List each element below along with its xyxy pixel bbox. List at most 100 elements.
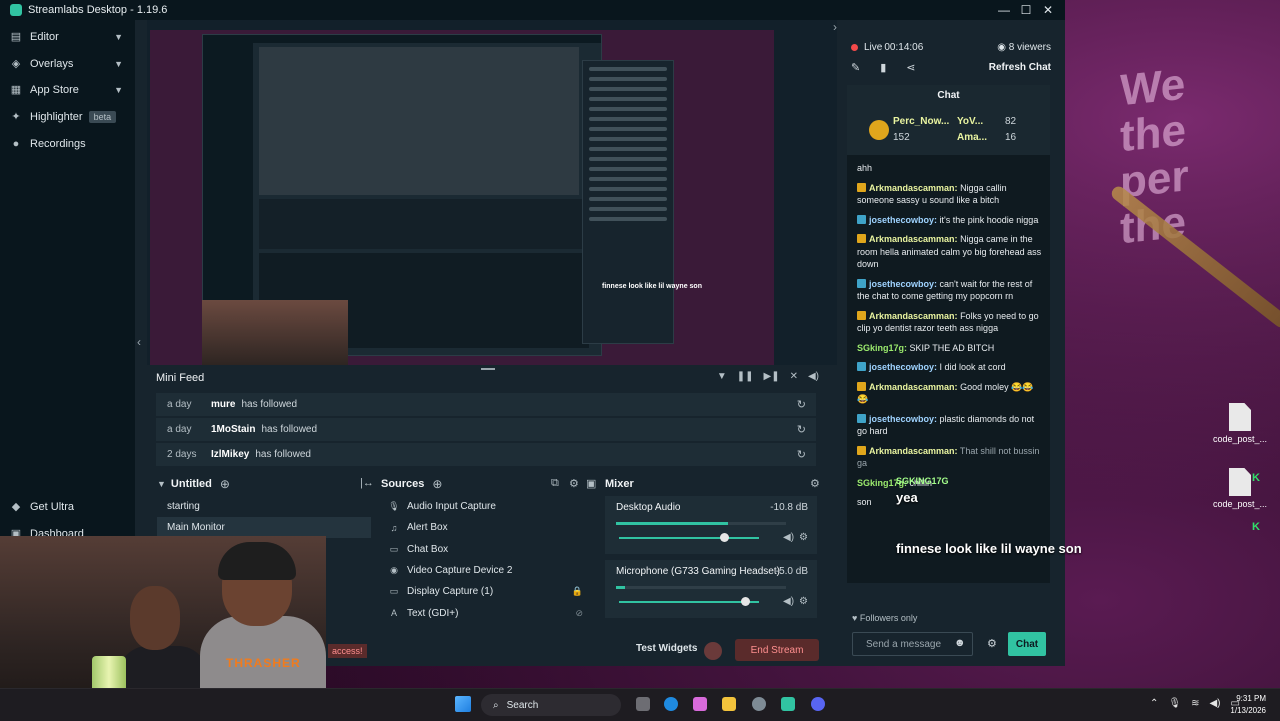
channel-db: -10.8 dB xyxy=(770,502,808,513)
chat-user[interactable]: Arkmandascamman: xyxy=(869,183,958,193)
add-source-icon[interactable]: ⊕ xyxy=(432,477,442,491)
chat-user[interactable]: Arkmandascamman: xyxy=(869,382,958,392)
close-button[interactable]: ✕ xyxy=(1037,0,1059,20)
source-item[interactable]: ▭ Chat Box xyxy=(381,539,591,560)
chat-user[interactable]: josethecowboy: xyxy=(869,215,937,225)
stream-preview[interactable]: finnese look like lil wayne son ‹ › xyxy=(137,20,837,370)
source-item[interactable]: ▭ Display Capture (1) 🔒 xyxy=(381,581,591,602)
desktop-file[interactable]: code_post_... xyxy=(1205,468,1275,509)
chat-send-button[interactable]: Chat xyxy=(1008,632,1046,656)
copilot-icon[interactable] xyxy=(693,697,707,711)
crown-icon xyxy=(857,234,866,243)
source-item[interactable]: A Text (GDI+) ⊘ xyxy=(381,602,591,623)
share-icon[interactable]: ⋖ xyxy=(906,61,915,74)
layout-icon[interactable]: ▣ xyxy=(586,477,596,490)
sidebar-item-editor[interactable]: ▤ Editor ▼ xyxy=(0,24,135,51)
volume-icon[interactable]: ◀) xyxy=(1209,698,1220,709)
chat-user[interactable]: Arkmandascamman: xyxy=(869,446,958,456)
scene-collection-title[interactable]: Untitled xyxy=(171,478,212,490)
skip-icon[interactable]: ▶❚ xyxy=(764,371,780,382)
chat-user[interactable]: SGking17g: xyxy=(857,343,907,353)
volume-slider[interactable] xyxy=(619,533,759,542)
volume-slider[interactable] xyxy=(619,597,759,606)
emote-icon[interactable]: ☻ xyxy=(954,637,966,649)
edit-icon[interactable]: ✎ xyxy=(851,61,860,74)
channel-settings-icon[interactable]: ⚙ xyxy=(799,532,808,543)
source-item[interactable]: 🎙 Audio Input Capture xyxy=(381,496,591,517)
desktop-file[interactable]: code_post_... xyxy=(1205,403,1275,444)
maximize-button[interactable]: ☐ xyxy=(1015,0,1037,20)
slider-knob[interactable] xyxy=(720,533,729,542)
source-label: Text (GDI+) xyxy=(407,607,459,619)
scene-item[interactable]: starting xyxy=(157,496,371,517)
speaker-icon[interactable]: ◀) xyxy=(783,532,794,543)
live-timer: 00:14:06 xyxy=(884,42,924,53)
sidebar-item-get-ultra[interactable]: ◆ Get Ultra xyxy=(0,494,135,521)
taskbar-search[interactable]: ⌕ Search xyxy=(481,694,621,716)
add-scene-icon[interactable]: ⊕ xyxy=(220,477,230,491)
start-button[interactable] xyxy=(455,696,471,712)
replay-icon[interactable]: ↻ xyxy=(797,448,806,461)
hidden-eye-icon[interactable]: ⊘ xyxy=(575,608,583,619)
settings-icon[interactable]: ⚙ xyxy=(569,477,579,490)
chat-user[interactable]: Arkmandascamman: xyxy=(869,311,958,321)
chevron-up-icon[interactable]: ⌃ xyxy=(1150,698,1158,709)
record-button[interactable] xyxy=(704,642,722,660)
source-item[interactable]: ◉ Video Capture Device 2 xyxy=(381,560,591,581)
chevron-down-icon[interactable]: ▼ xyxy=(114,59,123,69)
source-item[interactable]: ♫ Alert Box xyxy=(381,517,591,538)
end-stream-button[interactable]: End Stream xyxy=(735,639,819,661)
edge-icon[interactable] xyxy=(664,697,678,711)
slider-knob[interactable] xyxy=(741,597,750,606)
editor-icon: ▤ xyxy=(10,31,22,44)
replay-icon[interactable]: ↻ xyxy=(797,398,806,411)
channel-settings-icon[interactable]: ⚙ xyxy=(799,596,808,607)
viewer-count: ◉ 8 viewers xyxy=(997,42,1051,53)
minimize-button[interactable]: — xyxy=(993,0,1015,20)
scene-item[interactable]: Main Monitor xyxy=(157,517,371,538)
chat-user[interactable]: josethecowboy: xyxy=(869,414,937,424)
mute-alerts-icon[interactable]: ✕ xyxy=(790,371,798,382)
chat-settings-icon[interactable]: ⚙ xyxy=(987,637,997,650)
pause-icon[interactable]: ❚❚ xyxy=(737,371,754,382)
sidebar-item-overlays[interactable]: ◈ Overlays ▼ xyxy=(0,51,135,78)
chat-icon: ▭ xyxy=(389,543,399,554)
nested-overlay-msg: finnese look like lil wayne son xyxy=(602,283,702,290)
wifi-icon[interactable]: ≋ xyxy=(1191,698,1199,709)
chevron-down-icon[interactable]: ▼ xyxy=(114,32,123,42)
sidebar-item-recordings[interactable]: ● Recordings xyxy=(0,130,135,157)
settings-icon[interactable] xyxy=(752,697,766,711)
live-status: Live 00:14:06 xyxy=(851,42,923,53)
refresh-chat-button[interactable]: Refresh Chat xyxy=(989,62,1051,73)
scene-transitions-icon[interactable]: |↔ xyxy=(360,477,374,489)
sidebar-item-highlighter[interactable]: ✦ Highlighter beta xyxy=(0,104,135,131)
speaker-icon[interactable]: ◀) xyxy=(783,596,794,607)
sidebar-item-app-store[interactable]: ▦ App Store ▼ xyxy=(0,77,135,104)
chat-leaderboard: Perc_Now... 152 YoV... 82 Ama... 16 xyxy=(847,107,1050,155)
streamlabs-taskbar-icon[interactable] xyxy=(781,697,795,711)
pin-icon[interactable]: ▮ xyxy=(880,61,886,74)
chat-user[interactable]: josethecowboy: xyxy=(869,279,937,289)
replay-icon[interactable]: ↻ xyxy=(797,423,806,436)
folder-icon[interactable]: ⧉ xyxy=(551,477,559,490)
task-view-icon[interactable] xyxy=(636,697,650,711)
lock-icon[interactable]: 🔒 xyxy=(572,586,583,597)
clock[interactable]: 9:31 PM 1/13/2026 xyxy=(1230,693,1266,717)
chevron-left-icon[interactable]: ‹ xyxy=(137,335,141,349)
chat-user[interactable]: Arkmandascamman: xyxy=(869,234,958,244)
chevron-down-icon[interactable]: ▼ xyxy=(114,85,123,95)
chat-user[interactable]: josethecowboy: xyxy=(869,362,937,372)
volume-icon[interactable]: ◀) xyxy=(808,371,819,382)
mixer-settings-icon[interactable]: ⚙ xyxy=(810,477,820,490)
chevron-right-icon[interactable]: › xyxy=(833,20,837,34)
caret-down-icon[interactable]: ▼ xyxy=(157,479,166,489)
mod-icon xyxy=(857,362,866,371)
file-explorer-icon[interactable] xyxy=(722,697,736,711)
discord-icon[interactable] xyxy=(811,697,825,711)
test-widgets-button[interactable]: Test Widgets xyxy=(636,643,697,654)
leader-count: 152 xyxy=(893,132,910,143)
microphone-icon[interactable]: 🎙 xyxy=(1168,698,1181,709)
chat-title: Chat xyxy=(847,85,1050,107)
filter-icon[interactable]: ▼ xyxy=(717,371,727,382)
sources-list: 🎙 Audio Input Capture ♫ Alert Box ▭ Chat… xyxy=(381,496,591,624)
